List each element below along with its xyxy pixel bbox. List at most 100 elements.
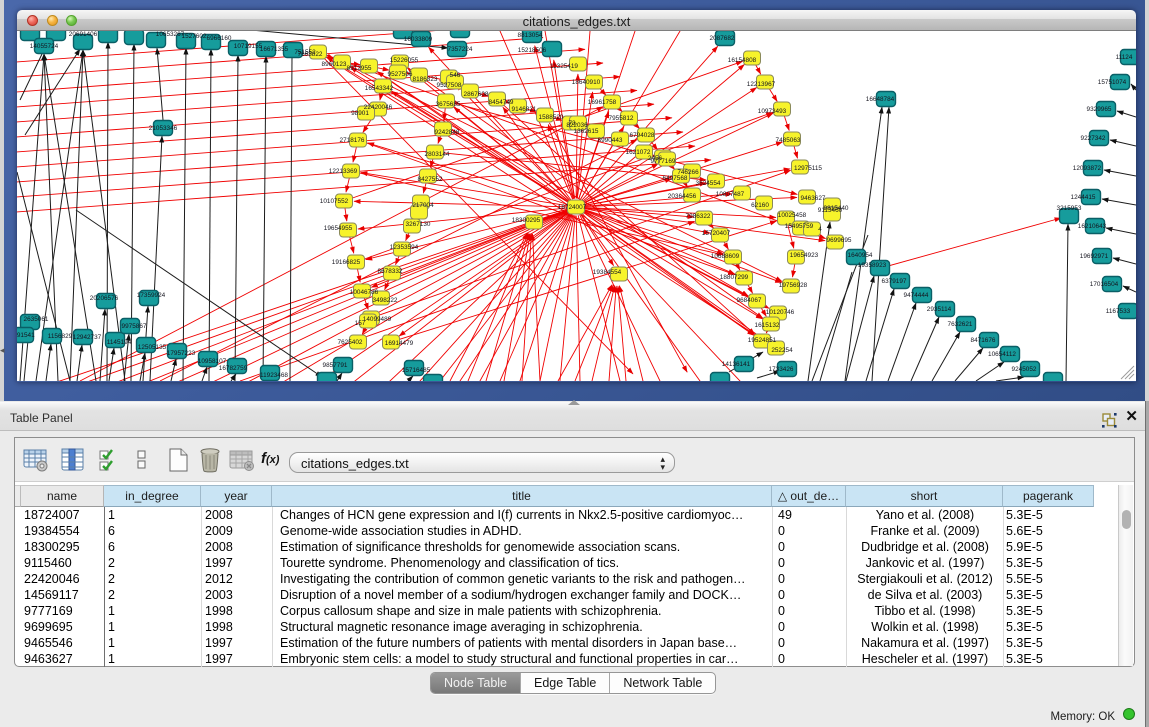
svg-text:8471676: 8471676 — [971, 337, 996, 344]
svg-text:15226055: 15226055 — [390, 57, 419, 64]
svg-text:62160: 62160 — [751, 202, 769, 209]
svg-text:17957223: 17957223 — [167, 350, 196, 357]
svg-text:1733426: 1733426 — [769, 366, 794, 373]
svg-text:6794028: 6794028 — [630, 132, 655, 139]
svg-text:1527602: 1527602 — [182, 33, 207, 40]
svg-text:19166825: 19166825 — [332, 259, 361, 266]
svg-text:18640910: 18640910 — [572, 79, 601, 86]
svg-text:2935114: 2935114 — [927, 306, 952, 313]
svg-text:10653267: 10653267 — [156, 31, 185, 38]
svg-text:9329965: 9329965 — [1087, 106, 1112, 113]
svg-text:19756928: 19756928 — [779, 282, 808, 289]
svg-text:9975867: 9975867 — [122, 323, 147, 330]
svg-text:7632621: 7632621 — [948, 321, 973, 328]
svg-text:12213967: 12213967 — [747, 81, 776, 88]
svg-text:1362615: 1362615 — [574, 128, 599, 135]
svg-text:7663822: 7663822 — [298, 51, 323, 58]
svg-text:7625402: 7625402 — [338, 339, 363, 346]
svg-text:15720407: 15720407 — [702, 230, 731, 237]
svg-text:3498222: 3498222 — [373, 297, 398, 304]
svg-text:217004: 217004 — [412, 202, 434, 209]
svg-text:18300295: 18300295 — [512, 217, 541, 224]
svg-text:1588520: 1588520 — [539, 114, 564, 121]
svg-text:16543342: 16543342 — [365, 85, 394, 92]
svg-text:9113460: 9113460 — [818, 207, 843, 214]
svg-text:8454749: 8454749 — [489, 99, 514, 106]
svg-text:19654923: 19654923 — [790, 252, 819, 259]
svg-text:6966160: 6966160 — [207, 35, 232, 42]
svg-text:7485063: 7485063 — [776, 137, 801, 144]
svg-text:20691406: 20691406 — [69, 31, 98, 38]
svg-text:10688609: 10688609 — [711, 253, 740, 260]
svg-text:19358923: 19358923 — [858, 262, 887, 269]
svg-text:2087682: 2087682 — [710, 35, 735, 42]
svg-text:2718176: 2718176 — [340, 137, 365, 144]
svg-text:10973493: 10973493 — [758, 108, 787, 115]
svg-text:6497568: 6497568 — [663, 175, 688, 182]
svg-text:10807487: 10807487 — [716, 191, 745, 198]
svg-text:157: 157 — [355, 320, 366, 327]
svg-text:1167533: 1167533 — [1106, 308, 1131, 315]
svg-text:12213369: 12213369 — [329, 168, 358, 175]
svg-text:16648784: 16648784 — [866, 96, 895, 103]
svg-text:1156829: 1156829 — [48, 333, 73, 340]
svg-text:8960123: 8960123 — [322, 61, 347, 68]
svg-text:8678332: 8678332 — [378, 268, 403, 275]
svg-text:8427552: 8427552 — [418, 176, 443, 183]
svg-text:9242848: 9242848 — [435, 129, 460, 136]
svg-text:3267130: 3267130 — [406, 221, 431, 228]
svg-text:3215953: 3215953 — [1057, 205, 1082, 212]
svg-text:391541: 391541 — [17, 332, 35, 339]
svg-text:16782759: 16782759 — [219, 365, 248, 372]
svg-text:3675685: 3675685 — [436, 101, 461, 108]
svg-text:21053346: 21053346 — [149, 125, 178, 132]
svg-text:12353594: 12353594 — [390, 244, 419, 251]
svg-text:19384554: 19384554 — [593, 269, 622, 276]
svg-text:15495759: 15495759 — [785, 223, 814, 230]
svg-text:12975115: 12975115 — [794, 165, 822, 172]
svg-text:8912955: 8912955 — [347, 65, 372, 72]
svg-text:9857791: 9857791 — [323, 362, 348, 369]
svg-text:9699695: 9699695 — [827, 237, 852, 244]
svg-text:14055724: 14055724 — [30, 43, 59, 50]
svg-text:2803144: 2803144 — [425, 151, 450, 158]
svg-text:9227342: 9227342 — [1081, 135, 1106, 142]
svg-text:546: 546 — [450, 72, 461, 79]
svg-text:9463627: 9463627 — [801, 195, 826, 202]
svg-text:8186323: 8186323 — [413, 76, 438, 83]
svg-text:9777169: 9777169 — [651, 158, 676, 165]
svg-text:18807299: 18807299 — [720, 274, 749, 281]
svg-text:11325419: 11325419 — [550, 63, 578, 70]
svg-text:14099489: 14099489 — [363, 316, 392, 323]
svg-text:19654955: 19654955 — [324, 225, 353, 232]
svg-text:15751074: 15751074 — [1098, 79, 1127, 86]
svg-text:3624554: 3624554 — [696, 180, 721, 187]
svg-text:14136141: 14136141 — [722, 361, 751, 368]
svg-text:7357224: 7357224 — [448, 46, 473, 53]
svg-text:2635061: 2635061 — [24, 316, 49, 323]
svg-text:2867608: 2867608 — [464, 91, 489, 98]
svg-text:11923468: 11923468 — [260, 372, 288, 379]
svg-text:9474444: 9474444 — [904, 292, 929, 299]
svg-text:10120746: 10120746 — [766, 309, 795, 316]
svg-text:10046786: 10046786 — [350, 289, 379, 296]
svg-text:11124: 11124 — [1116, 54, 1133, 61]
svg-text:1640954: 1640954 — [848, 252, 873, 259]
svg-text:18724007: 18724007 — [558, 204, 587, 211]
svg-text:6379197: 6379197 — [882, 278, 907, 285]
svg-text:9527506: 9527506 — [388, 71, 413, 78]
svg-text:16033809: 16033809 — [404, 36, 433, 43]
svg-text:20206576: 20206576 — [90, 295, 119, 302]
svg-text:10958107: 10958107 — [198, 358, 227, 365]
svg-text:9146821: 9146821 — [512, 106, 537, 113]
svg-text:12942737: 12942737 — [73, 334, 102, 341]
svg-text:16210643: 16210643 — [1078, 223, 1107, 230]
svg-text:1244415: 1244415 — [1071, 194, 1096, 201]
svg-text:8813054: 8813054 — [518, 32, 543, 39]
svg-text:16914479: 16914479 — [385, 340, 414, 347]
svg-text:16154808: 16154808 — [728, 57, 757, 64]
svg-text:7986322: 7986322 — [686, 213, 711, 220]
svg-text:9527508: 9527508 — [437, 82, 462, 89]
svg-text:9684067: 9684067 — [737, 297, 762, 304]
svg-text:252254: 252254 — [771, 347, 793, 354]
